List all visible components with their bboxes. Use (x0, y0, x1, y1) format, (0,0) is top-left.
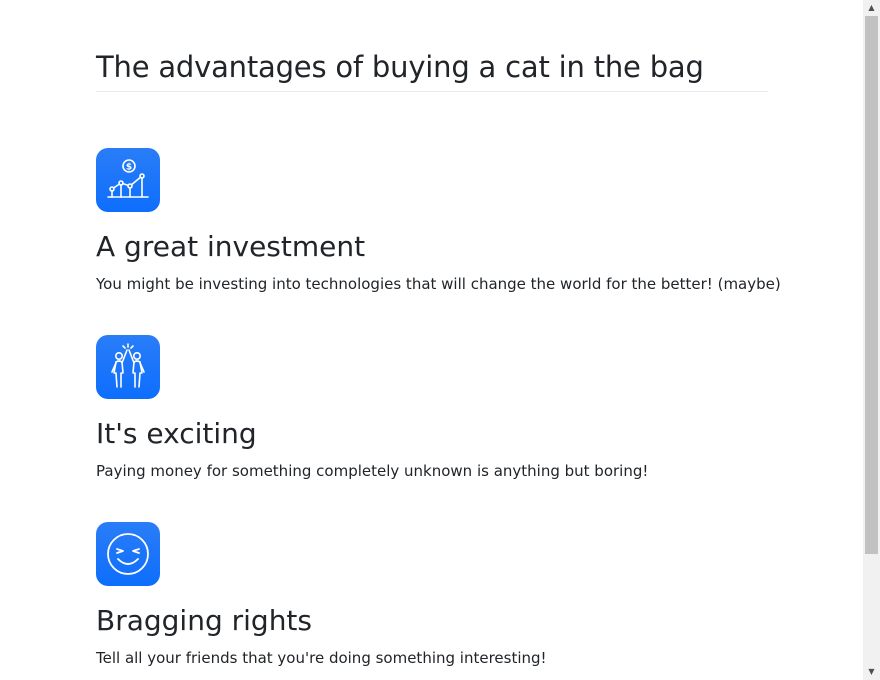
title-divider (96, 91, 768, 92)
svg-text:$: $ (126, 163, 132, 173)
page-viewport: The advantages of buying a cat in the ba… (0, 0, 880, 680)
feature-heading: A great investment (96, 230, 366, 263)
smiley-face-icon (96, 522, 160, 586)
feature-text: You might be investing into technologies… (96, 275, 781, 293)
feature-text: Paying money for something completely un… (96, 462, 649, 480)
feature-heading: Bragging rights (96, 604, 313, 637)
feature-text: Tell all your friends that you're doing … (96, 649, 547, 667)
scroll-up-arrow-icon[interactable]: ▲ (863, 1, 880, 15)
high-five-icon (96, 335, 160, 399)
page-title: The advantages of buying a cat in the ba… (96, 50, 704, 84)
scroll-down-arrow-icon[interactable]: ▼ (863, 665, 880, 679)
scrollbar-thumb[interactable] (865, 16, 878, 554)
investment-chart-icon: $ (96, 148, 160, 212)
feature-heading: It's exciting (96, 417, 257, 450)
vertical-scrollbar[interactable]: ▲ ▼ (863, 0, 880, 680)
